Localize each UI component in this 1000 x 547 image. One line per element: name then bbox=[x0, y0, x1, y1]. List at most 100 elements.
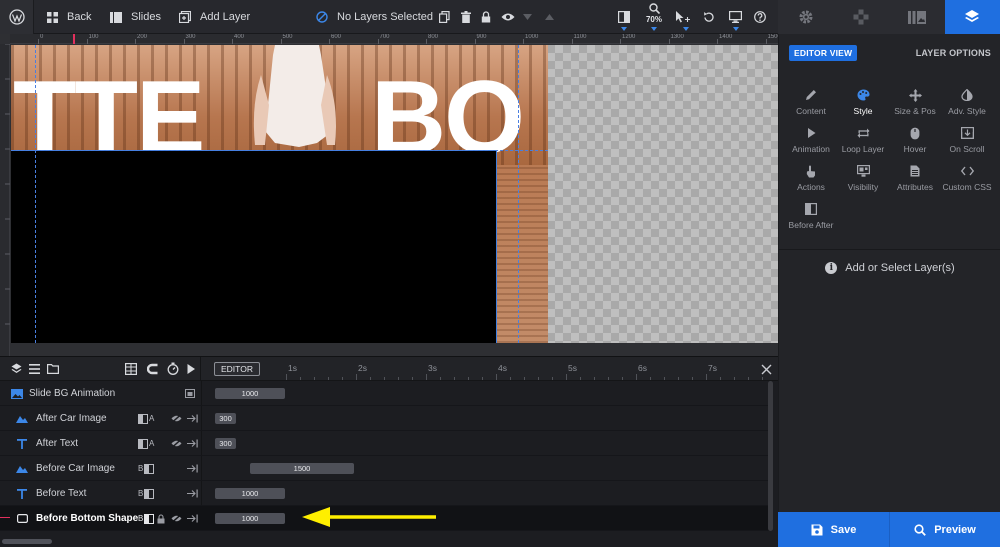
option-size-pos[interactable]: Size & Pos bbox=[887, 87, 943, 121]
option-attributes[interactable]: Attributes bbox=[887, 163, 943, 197]
jump-to-end-button[interactable] bbox=[187, 463, 198, 474]
hide-layer-toggle[interactable] bbox=[171, 413, 182, 424]
delete-button[interactable] bbox=[461, 0, 471, 34]
arrow-to-end-icon bbox=[187, 414, 198, 423]
compare-side-toggle[interactable]: A bbox=[138, 438, 154, 449]
option-visibility[interactable]: Visibility bbox=[835, 163, 891, 197]
lock-icon bbox=[157, 513, 165, 523]
guide-line-vertical bbox=[35, 45, 36, 343]
duplicate-button[interactable] bbox=[439, 0, 450, 34]
timeline-bar[interactable]: 300 bbox=[215, 413, 236, 424]
timeline-bar[interactable]: 1000 bbox=[215, 513, 285, 524]
undo-history-button[interactable] bbox=[703, 0, 714, 34]
layer-options-button[interactable]: LAYER OPTIONS bbox=[916, 48, 991, 58]
tab-slides[interactable] bbox=[889, 0, 945, 34]
guide-line-vertical bbox=[518, 45, 519, 343]
timeline-horizontal-scrollbar[interactable] bbox=[0, 536, 778, 547]
tab-settings[interactable] bbox=[778, 0, 834, 34]
before-after-icon bbox=[138, 438, 148, 449]
timeline-row-slide-bg[interactable]: Slide BG Animation 1000 bbox=[0, 381, 770, 406]
editor-view-button[interactable]: EDITOR VIEW bbox=[789, 45, 858, 61]
right-panel-tabs bbox=[778, 0, 1000, 34]
option-content[interactable]: Content bbox=[783, 87, 839, 121]
ruler-left[interactable] bbox=[0, 43, 10, 356]
jump-to-end-button[interactable] bbox=[187, 513, 198, 524]
timeline-vertical-scrollbar[interactable] bbox=[768, 381, 773, 531]
top-toolbar: Back Slides Add Layer No Layers Selected bbox=[0, 0, 778, 34]
close-timeline-button[interactable] bbox=[758, 360, 774, 378]
before-bottom-shape-layer[interactable] bbox=[11, 150, 497, 343]
magnet-icon[interactable] bbox=[147, 363, 159, 375]
tab-addons[interactable] bbox=[834, 0, 890, 34]
option-loop-layer[interactable]: Loop Layer bbox=[835, 125, 891, 159]
move-up-button[interactable] bbox=[545, 0, 554, 34]
floppy-icon bbox=[811, 524, 823, 535]
panel-divider bbox=[779, 249, 1000, 250]
hide-layer-toggle[interactable] bbox=[171, 438, 182, 449]
folder-icon[interactable] bbox=[47, 364, 59, 374]
option-actions[interactable]: Actions bbox=[783, 163, 839, 197]
timeline-editor-tag[interactable]: EDITOR bbox=[214, 362, 260, 376]
move-down-button[interactable] bbox=[523, 0, 532, 34]
timeline-bar[interactable]: 1000 bbox=[215, 488, 285, 499]
preview-button[interactable]: Preview bbox=[889, 512, 1000, 547]
compare-side-toggle[interactable]: B bbox=[138, 463, 155, 474]
timeline-minor-tick bbox=[328, 377, 329, 380]
ruler-tick bbox=[183, 39, 185, 44]
save-button[interactable]: Save bbox=[778, 512, 889, 547]
timeline-bar[interactable]: 1500 bbox=[250, 463, 354, 474]
annotation-arrow-icon bbox=[302, 507, 436, 527]
option-before-after[interactable]: Before After bbox=[783, 201, 839, 235]
film-frames-icon[interactable] bbox=[125, 363, 137, 375]
back-button[interactable]: Back bbox=[47, 0, 91, 34]
timeline-row-before-text[interactable]: Before Text B 1000 bbox=[0, 481, 770, 506]
lock-button[interactable] bbox=[481, 0, 491, 34]
jump-to-end-button[interactable] bbox=[187, 438, 198, 449]
ruler-label: 1300 bbox=[670, 34, 684, 40]
timeline-row-after-text[interactable]: After Text A 300 bbox=[0, 431, 770, 456]
list-icon[interactable] bbox=[29, 364, 40, 374]
play-icon[interactable] bbox=[187, 364, 195, 374]
timeline-row-before-bottom-shape[interactable]: Before Bottom Shape B 1000 bbox=[0, 506, 770, 531]
slider-editor-app: Back Slides Add Layer No Layers Selected bbox=[0, 0, 1000, 547]
timeline-minor-tick bbox=[510, 377, 511, 380]
jump-to-end-button[interactable] bbox=[187, 413, 198, 424]
visibility-button[interactable] bbox=[501, 0, 515, 34]
hide-layer-toggle[interactable] bbox=[171, 513, 182, 524]
layers-icon[interactable] bbox=[11, 363, 22, 375]
option-adv-style[interactable]: Adv. Style bbox=[939, 87, 995, 121]
option-style[interactable]: Style bbox=[835, 87, 891, 121]
compare-side-toggle[interactable]: A bbox=[138, 413, 154, 424]
slides-button[interactable]: Slides bbox=[110, 0, 161, 34]
scrollbar-thumb[interactable] bbox=[2, 539, 52, 544]
compare-side-toggle[interactable]: B bbox=[138, 488, 155, 499]
ruler-label: 200 bbox=[137, 34, 148, 40]
ruler-top[interactable]: 0 100 200 300 400 500 600 700 800 900 1000 1100 1200… bbox=[10, 34, 778, 44]
wordpress-logo-button[interactable] bbox=[0, 0, 34, 34]
magnifier-icon bbox=[914, 523, 927, 536]
layer-name: Slide BG Animation bbox=[29, 388, 116, 399]
timeline-row-after-car-image[interactable]: After Car Image A 300 bbox=[0, 406, 770, 431]
lock-layer-toggle[interactable] bbox=[157, 513, 165, 524]
loop-icon bbox=[857, 128, 869, 138]
option-animation[interactable]: Animation bbox=[783, 125, 839, 159]
tab-layers[interactable] bbox=[944, 0, 1000, 34]
caret-indicator bbox=[733, 27, 739, 31]
stopwatch-icon[interactable] bbox=[167, 362, 179, 375]
compare-side-toggle[interactable]: B bbox=[138, 513, 155, 524]
option-on-scroll[interactable]: On Scroll bbox=[939, 125, 995, 159]
option-custom-css[interactable]: Custom CSS bbox=[939, 163, 995, 197]
bg-layer-toggle[interactable] bbox=[185, 388, 195, 399]
timeline-row-before-car-image[interactable]: Before Car Image B 1500 bbox=[0, 456, 770, 481]
timeline-bar[interactable]: 1000 bbox=[215, 388, 285, 399]
ruler-tick bbox=[474, 39, 476, 44]
timeline-minor-tick bbox=[370, 377, 371, 380]
ruler-tick bbox=[377, 39, 379, 44]
add-layer-button[interactable]: Add Layer bbox=[179, 0, 250, 34]
jump-to-end-button[interactable] bbox=[187, 488, 198, 499]
option-hover[interactable]: Hover bbox=[887, 125, 943, 159]
history-icon bbox=[704, 12, 714, 22]
help-button[interactable] bbox=[754, 0, 766, 34]
timeline-bar[interactable]: 300 bbox=[215, 438, 236, 449]
code-icon bbox=[960, 166, 974, 176]
